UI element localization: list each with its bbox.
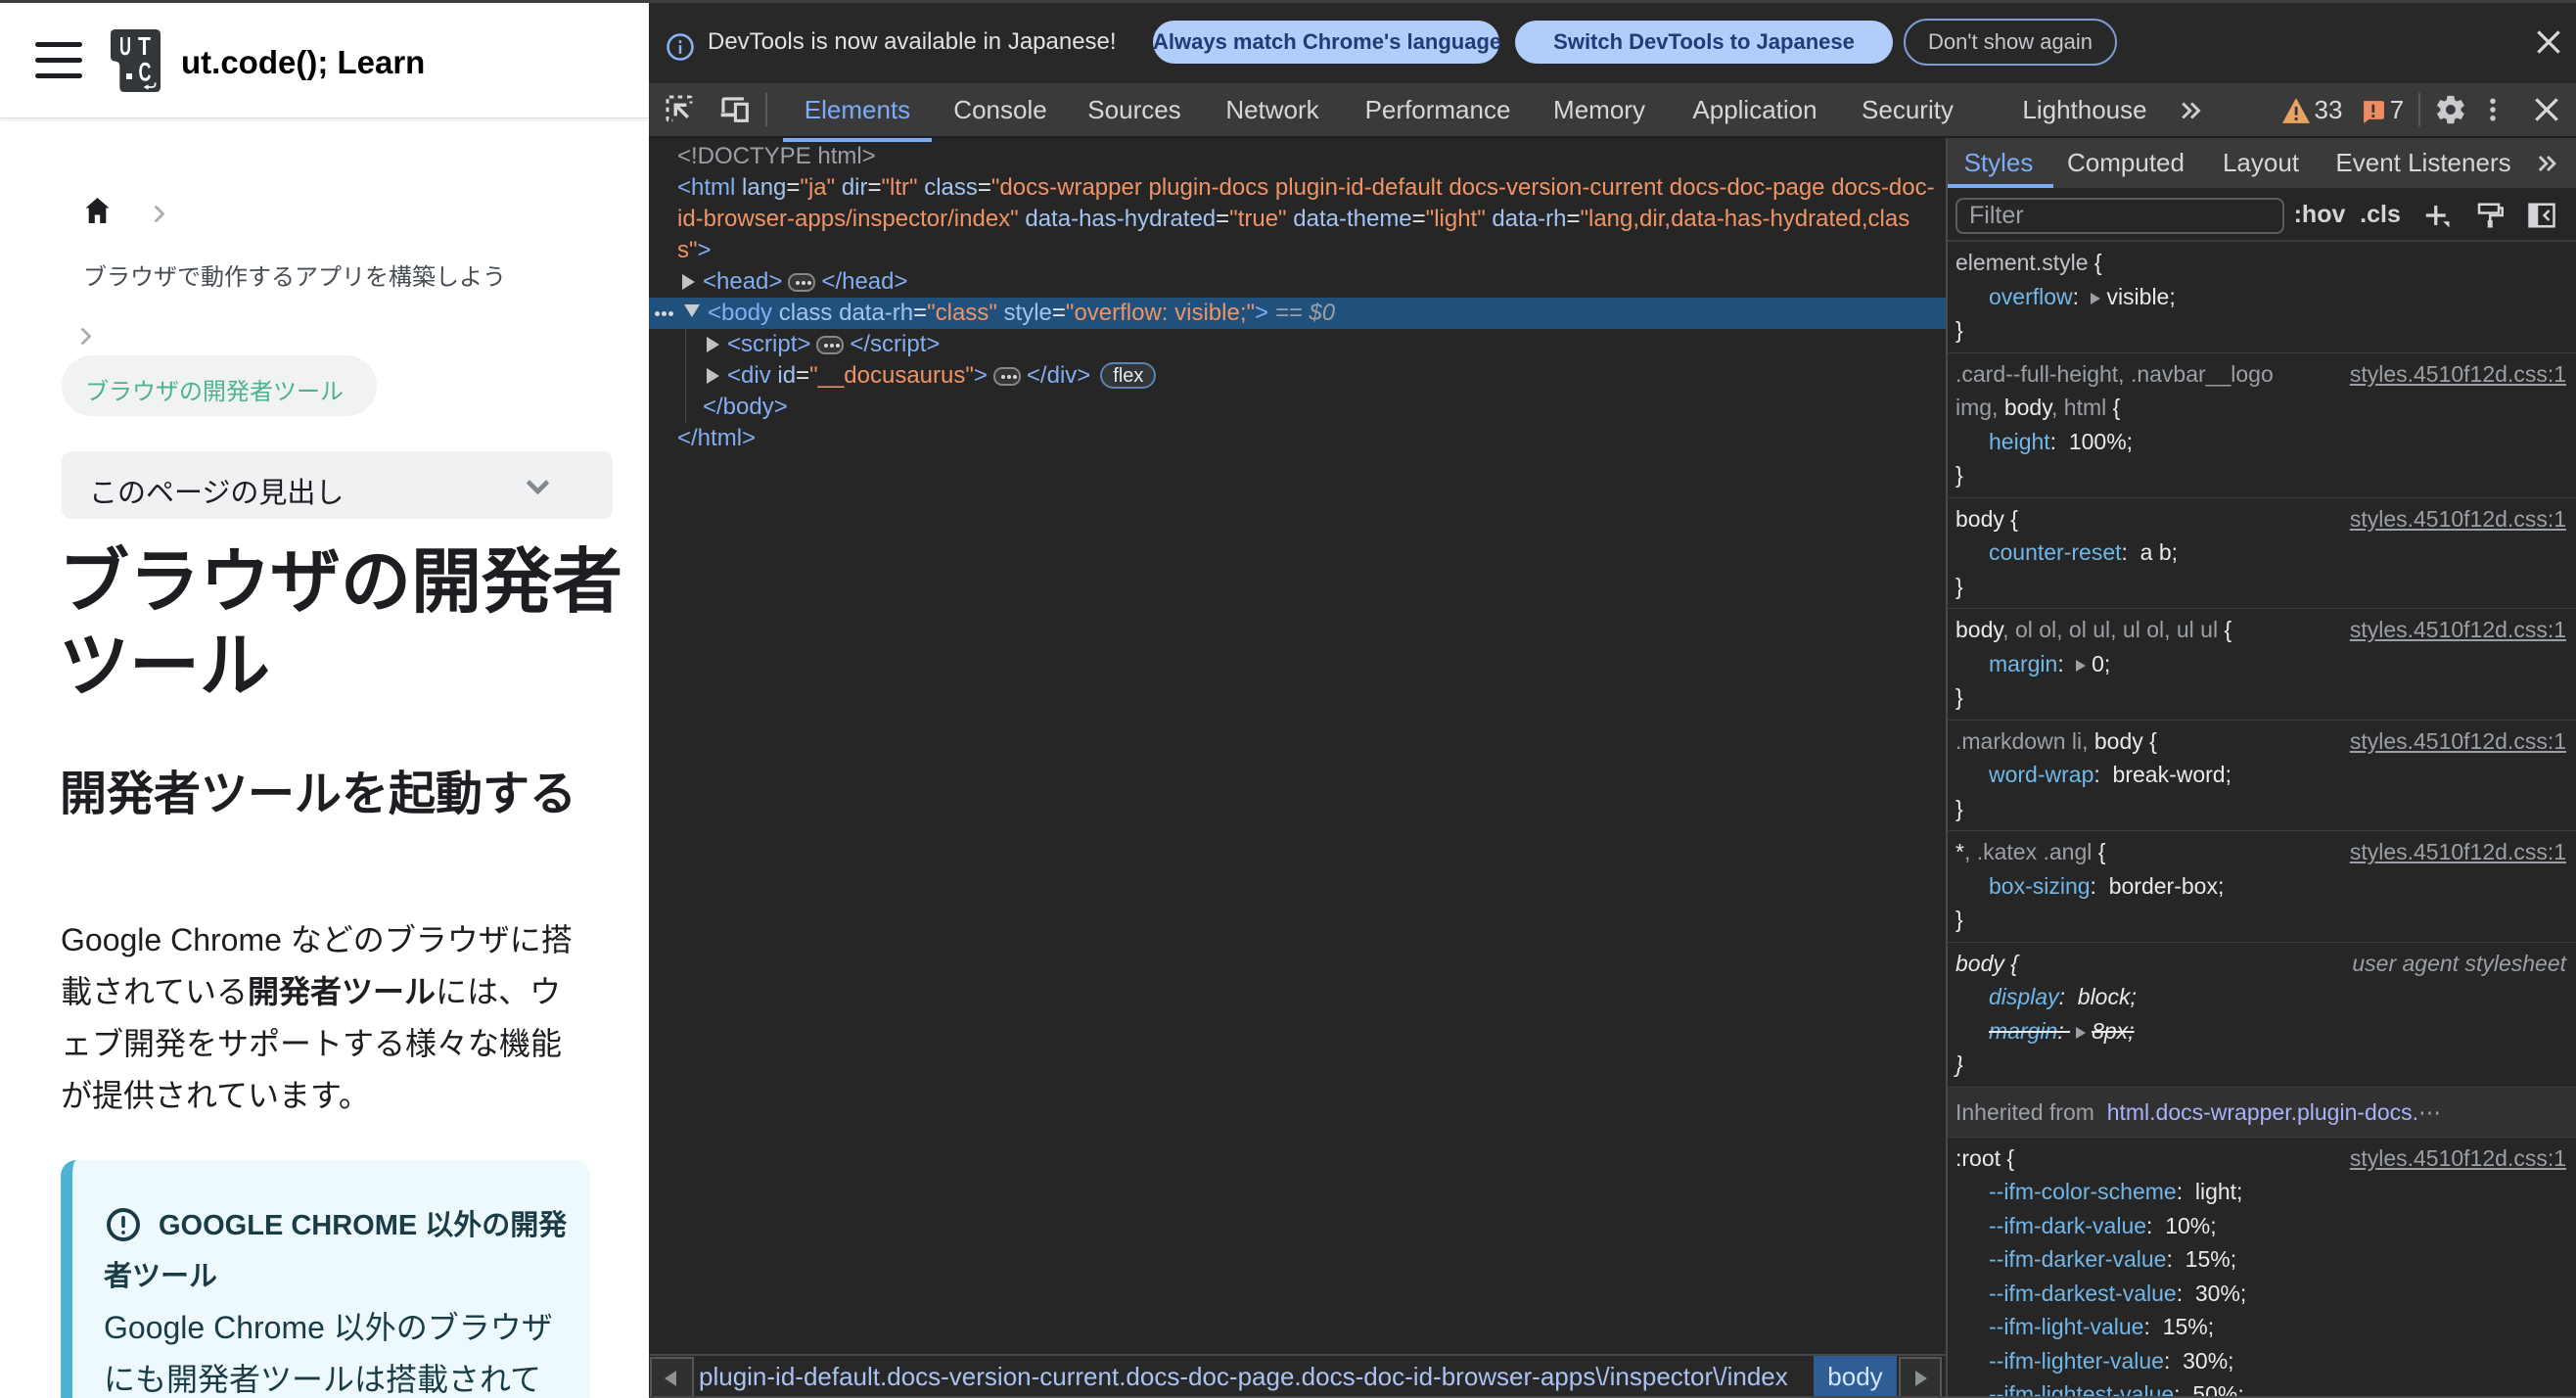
svg-text:T: T (138, 31, 151, 61)
svg-text:C: C (139, 58, 152, 87)
svg-text:U: U (119, 31, 131, 61)
